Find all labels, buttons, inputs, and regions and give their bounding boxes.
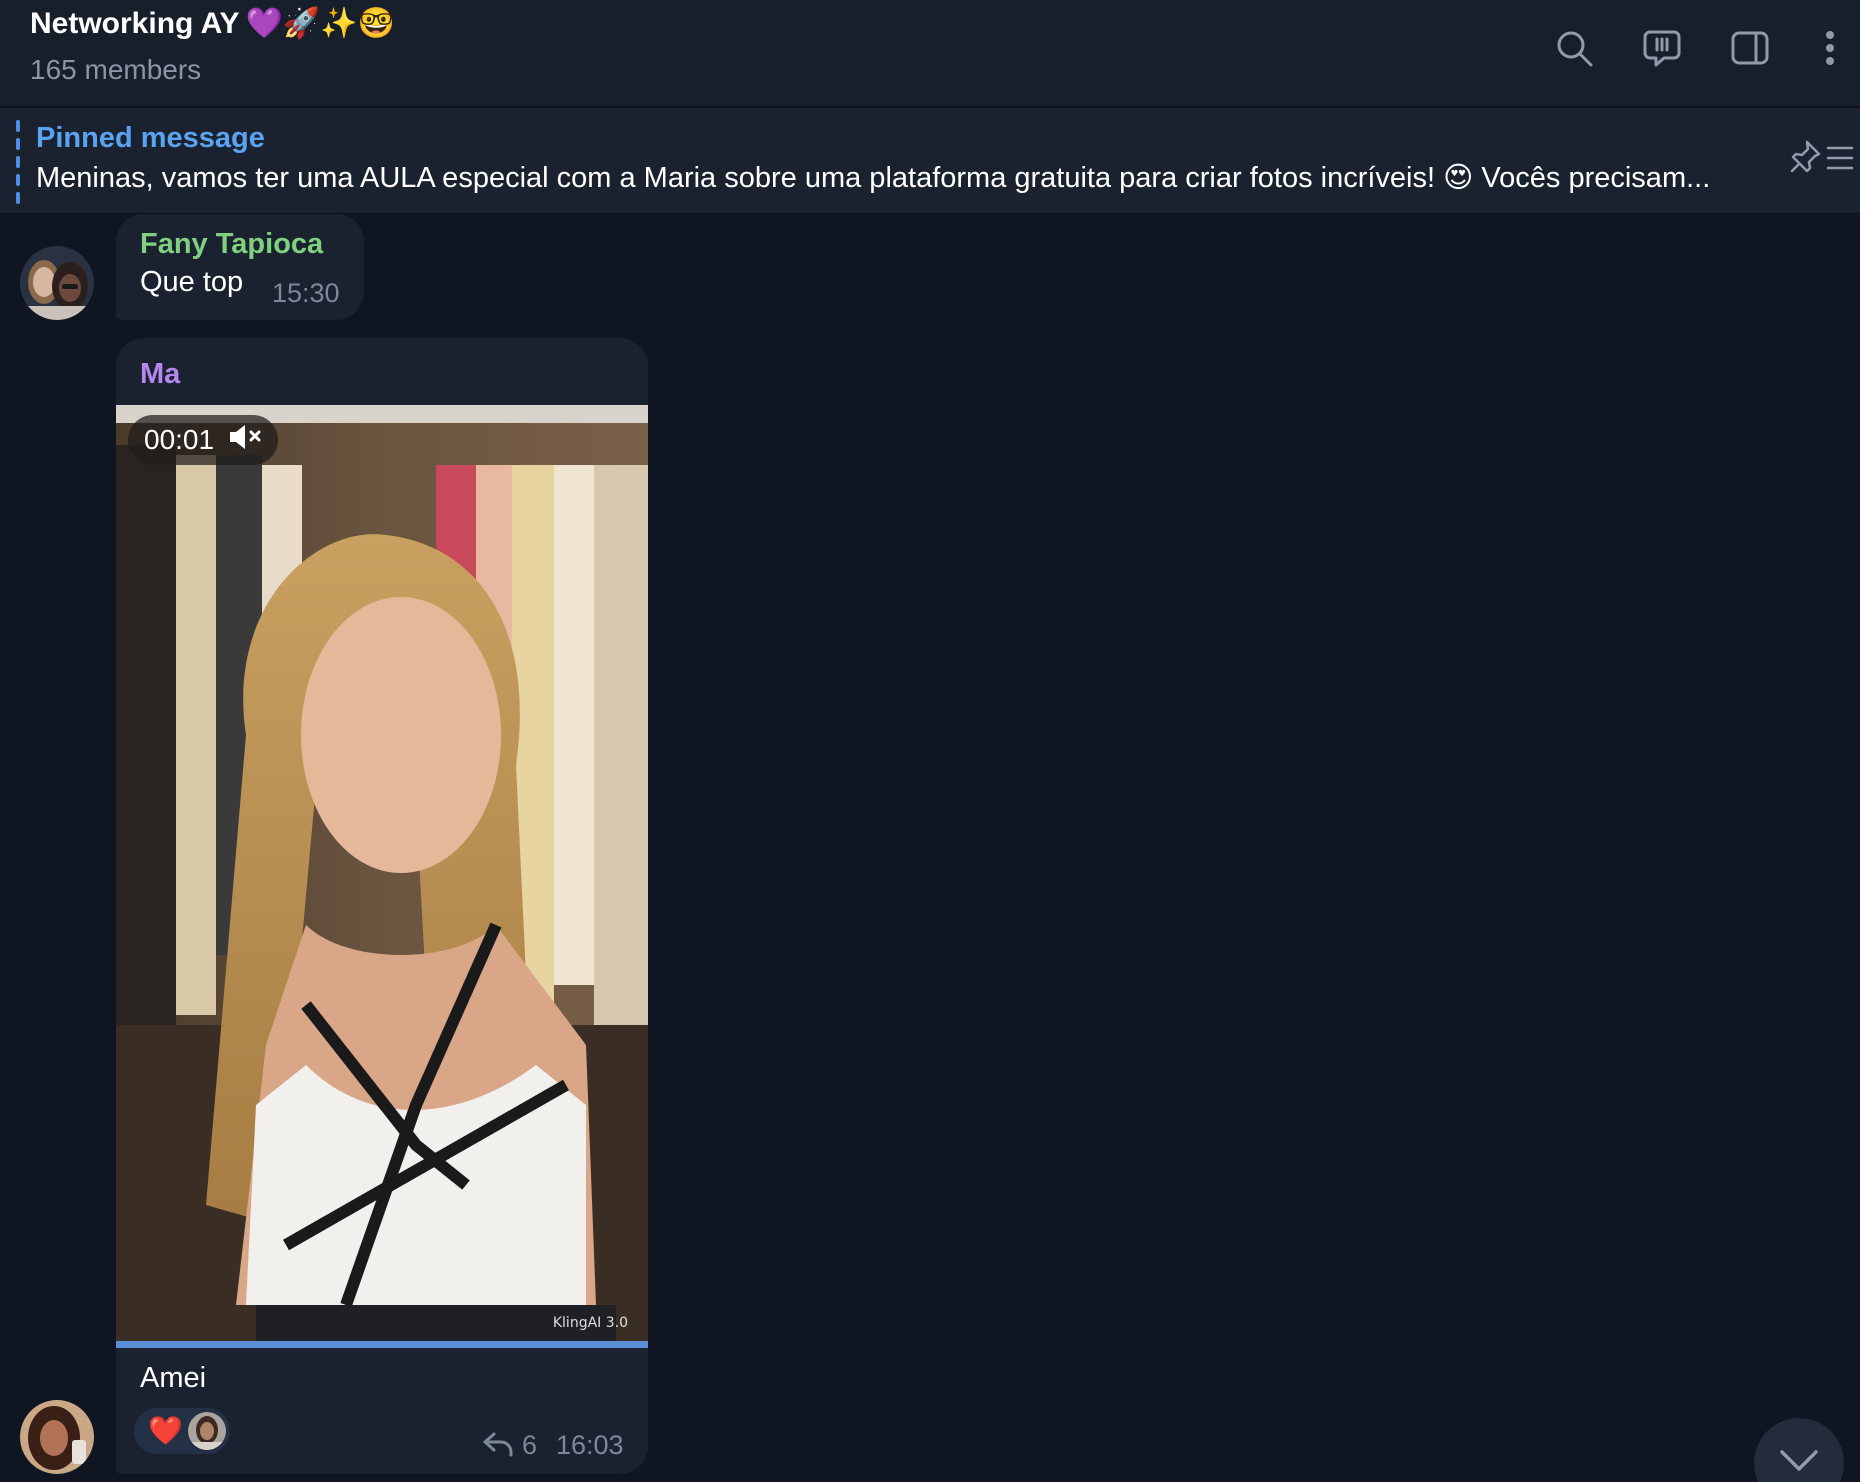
- message-bubble[interactable]: Fany Tapioca Que top 15:30: [116, 214, 364, 320]
- video-timestamp: 00:01: [128, 415, 279, 465]
- pinned-text: Meninas, vamos ter uma AULA especial com…: [36, 162, 1711, 194]
- search-icon[interactable]: [1552, 26, 1596, 70]
- chevron-down-icon: [1780, 1450, 1818, 1471]
- chat-title-text: Networking AY: [30, 7, 240, 40]
- chat-title[interactable]: Networking AY 💜🚀✨🤓: [30, 6, 395, 41]
- pinned-message-bar[interactable]: Pinned message Meninas, vamos ter uma AU…: [0, 108, 1860, 214]
- reaction-badge[interactable]: ❤️: [134, 1408, 230, 1454]
- member-count: 165 members: [30, 54, 202, 85]
- video-progress-bar[interactable]: [116, 1341, 648, 1348]
- reaction-user-avatar: [188, 1412, 226, 1450]
- pinned-indicator: [16, 120, 20, 204]
- pinned-list-icon[interactable]: [1790, 136, 1854, 180]
- message-text: Amei: [140, 1362, 207, 1394]
- sidebar-toggle-icon[interactable]: [1728, 26, 1772, 70]
- discussion-icon[interactable]: [1640, 26, 1684, 70]
- message-sender[interactable]: Ma: [140, 358, 180, 391]
- pinned-label: Pinned message: [36, 122, 265, 154]
- message-time: 15:30: [272, 278, 340, 308]
- scroll-to-bottom-button[interactable]: [1754, 1418, 1844, 1482]
- reply-count[interactable]: 6: [522, 1430, 537, 1461]
- video-watermark: KlingAI 3.0: [552, 1315, 628, 1331]
- heart-reaction-icon: ❤️: [148, 1414, 183, 1447]
- muted-speaker-icon[interactable]: [228, 422, 262, 459]
- chat-title-emojis: 💜🚀✨🤓: [245, 6, 395, 41]
- message-time: 16:03: [556, 1430, 624, 1460]
- message-sender[interactable]: Fany Tapioca: [140, 228, 323, 261]
- more-vertical-icon[interactable]: [1808, 26, 1852, 70]
- chat-window: Networking AY 💜🚀✨🤓 165 members Pinned mes…: [0, 0, 1860, 1482]
- chat-header[interactable]: Networking AY 💜🚀✨🤓 165 members: [0, 0, 1860, 107]
- video-frame: [116, 405, 648, 1345]
- reply-arrow-icon[interactable]: [480, 1428, 516, 1458]
- message-text: Que top: [140, 266, 244, 298]
- video-time-text: 00:01: [144, 424, 215, 455]
- video-player[interactable]: 00:01 KlingAI 3.0: [116, 405, 648, 1345]
- avatar-fany-tapioca[interactable]: [20, 246, 94, 320]
- avatar-ma[interactable]: [20, 1400, 94, 1474]
